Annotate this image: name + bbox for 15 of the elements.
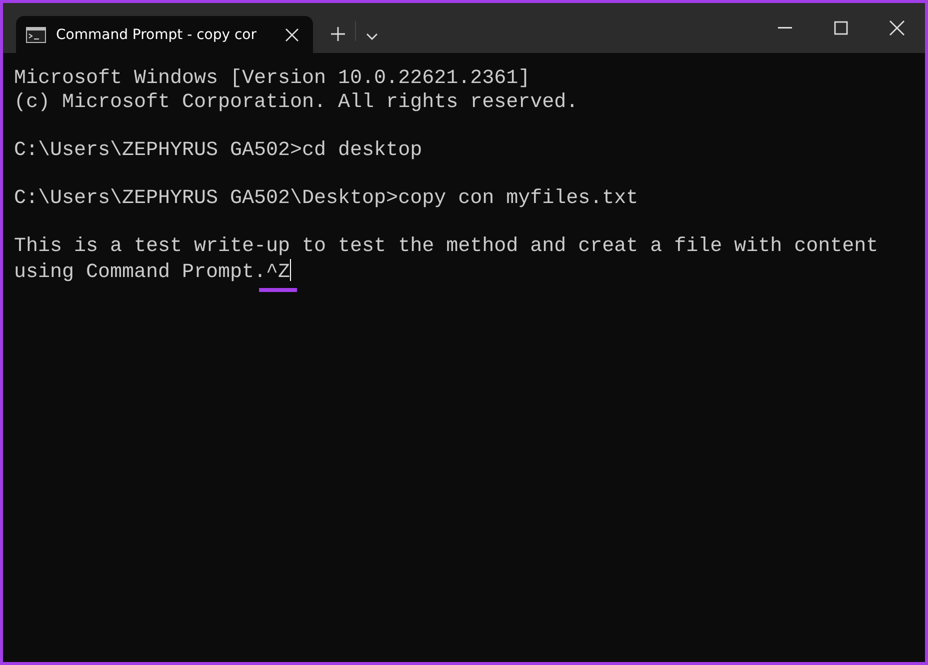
terminal-icon [26,26,46,42]
chevron-down-icon [366,33,378,41]
close-icon [889,20,905,36]
terminal-line: C:\Users\ZEPHYRUS GA502>cd desktop [14,139,424,163]
underline-mark [259,288,298,292]
terminal-line: This is a test write-up to test the method and creat a file with content [14,235,880,259]
minimize-icon [778,27,792,29]
terminal-line: (c) Microsoft Corporation. All rights reserved. [14,91,580,115]
terminal-line: using Command Prompt.^Z [14,259,914,285]
terminal-tab[interactable]: Command Prompt - copy cor [16,16,313,53]
plus-icon [331,27,345,41]
tab-title: Command Prompt - copy cor [56,26,258,42]
maximize-icon [834,21,848,35]
terminal-line: Microsoft Windows [Version 10.0.22621.2361] [14,67,532,91]
terminal-line: C:\Users\ZEPHYRUS GA502\Desktop>copy con myfiles.txt [14,187,640,211]
